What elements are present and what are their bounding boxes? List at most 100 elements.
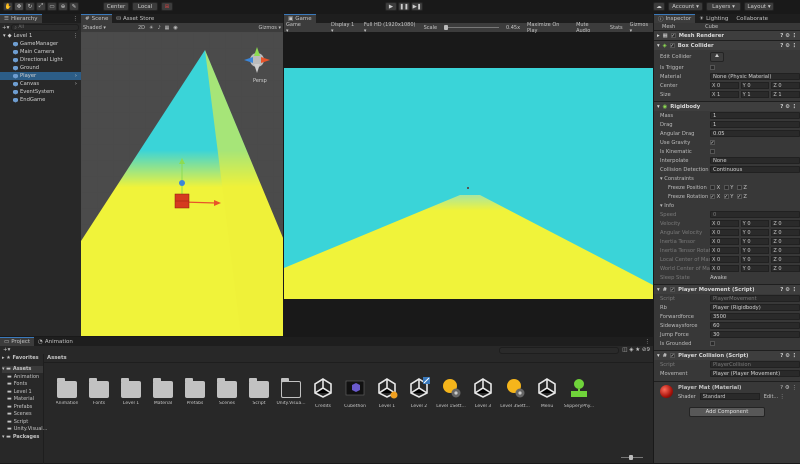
project-tree-item[interactable]: ▬ Unity.Visual... <box>2 426 47 434</box>
shader-dropdown[interactable]: Standard <box>699 393 760 400</box>
persp-label[interactable]: Persp <box>253 78 267 84</box>
tab-collaborate[interactable]: Collaborate <box>732 14 772 23</box>
asset-item[interactable]: Level 3Sett... <box>500 377 530 409</box>
display-dropdown[interactable]: Display 1 ▾ <box>331 22 357 34</box>
rigidbody-field-input[interactable]: 1 <box>710 121 800 128</box>
layers-dropdown[interactable]: Layers ▾ <box>706 2 741 11</box>
player-collision-enabled-checkbox[interactable]: ✓ <box>670 353 676 359</box>
asset-item[interactable]: Cubethon <box>340 377 370 409</box>
component-menu-icon[interactable]: ? ⚙ ⋮ <box>780 353 800 359</box>
game-view-dropdown[interactable]: Game ▾ <box>286 22 304 34</box>
layout-dropdown[interactable]: Layout ▾ <box>744 2 774 11</box>
size-y-field[interactable]: Y 1 <box>740 91 770 98</box>
material-edit-button[interactable]: Edit... ⋮ <box>764 394 785 400</box>
assets-breadcrumb[interactable]: Assets <box>44 354 653 363</box>
scene-menu-icon[interactable]: ⋮ <box>73 33 81 39</box>
freeze-rot-y-checkbox[interactable]: ✓ <box>723 194 729 200</box>
audio-icon[interactable]: ♪ <box>157 25 160 31</box>
pivot-local-button[interactable]: Local <box>132 2 158 11</box>
panel-menu-icon[interactable]: ⋮ <box>645 339 654 345</box>
move-tool-icon[interactable]: ✥ <box>14 2 24 11</box>
material-field[interactable]: None (Physic Material) <box>710 73 800 80</box>
hand-tool-icon[interactable]: ✋ <box>3 2 13 11</box>
rigidbody-field-input[interactable]: 1 <box>710 112 800 119</box>
custom-tool-icon[interactable]: ✎ <box>69 2 79 11</box>
component-menu-icon[interactable]: ? ⚙ ⋮ <box>780 287 800 293</box>
size-x-field[interactable]: X 1 <box>710 91 739 98</box>
play-button[interactable]: ▶ <box>385 2 397 11</box>
asset-item[interactable]: Level 3 <box>468 377 498 409</box>
project-tree-item[interactable]: ▬ Fonts <box>2 381 43 389</box>
shading-dropdown[interactable]: Shaded ▾ <box>83 25 106 31</box>
is-grounded-checkbox[interactable] <box>710 341 715 346</box>
mute-audio-toggle[interactable]: Mute Audio <box>576 22 603 34</box>
component-menu-icon[interactable]: ? ⚙ ⋮ <box>780 33 800 39</box>
project-tree-item[interactable]: ▬ Material <box>2 396 43 404</box>
favorites-item[interactable]: ▸ ★ Favorites <box>2 354 43 362</box>
hierarchy-item[interactable]: Ground <box>0 64 81 72</box>
project-tree-item[interactable]: ▬ Level 1 <box>2 388 43 396</box>
foldout-arrow-icon[interactable]: ▾ <box>657 287 660 293</box>
player-movement-field-input[interactable]: 3500 <box>710 313 800 320</box>
rigidbody-field-input[interactable]: 0.05 <box>710 130 800 137</box>
box-collider-header[interactable]: ▾ ◈ ✓ Box Collider ? ⚙ ⋮ <box>654 40 800 50</box>
hierarchy-item[interactable]: EventSystem <box>0 88 81 96</box>
project-tree-item[interactable]: ▾ ▬ Packages <box>2 433 43 441</box>
player-collision-header[interactable]: ▾ # ✓ Player Collision (Script) ? ⚙ ⋮ <box>654 350 800 360</box>
player-movement-header[interactable]: ▾ # ✓ Player Movement (Script) ? ⚙ ⋮ <box>654 284 800 294</box>
zoom-slider-handle[interactable] <box>629 455 633 460</box>
material-menu-icon[interactable]: ? ⚙ ⋮ <box>780 385 797 391</box>
game-gizmos-dropdown[interactable]: Gizmos ▾ <box>630 22 651 34</box>
tab-hierarchy[interactable]: ☰ Hierarchy <box>0 14 42 23</box>
freeze-rot-x-checkbox[interactable]: ✓ <box>710 194 715 200</box>
asset-item[interactable]: Level 1Sett... <box>436 377 466 409</box>
hierarchy-item[interactable]: Player › <box>0 72 81 80</box>
center-z-field[interactable]: Z 0 <box>771 82 800 89</box>
collab-icon[interactable]: ☁ <box>653 2 665 11</box>
create-plus-icon[interactable]: +▾ <box>2 25 9 31</box>
interpolate-dropdown[interactable]: None <box>710 157 800 164</box>
effects-icon[interactable]: ▦ <box>165 25 170 31</box>
asset-item[interactable]: Scenes <box>212 377 242 406</box>
visibility-icon[interactable]: ◉ <box>173 25 177 31</box>
hierarchy-item[interactable]: GameManager <box>0 40 81 48</box>
add-component-button[interactable]: Add Component <box>689 407 765 417</box>
panel-menu-icon[interactable]: ⋮ <box>73 16 82 22</box>
zoom-slider[interactable] <box>621 455 643 460</box>
tab-animation[interactable]: ◔ Animation <box>34 337 77 346</box>
scene-viewport[interactable]: Persp <box>81 32 283 336</box>
asset-item[interactable]: Level 2 <box>404 377 434 409</box>
hierarchy-search-input[interactable]: ⌕ All <box>11 24 79 31</box>
player-movement-field-input[interactable]: 30 <box>710 331 800 338</box>
is-kinematic-checkbox[interactable] <box>710 149 715 154</box>
transform-tool-icon[interactable]: ⊕ <box>58 2 68 11</box>
asset-item[interactable]: Menu <box>532 377 562 409</box>
component-menu-icon[interactable]: ? ⚙ ⋮ <box>780 43 800 49</box>
resolution-dropdown[interactable]: Full HD (1920x1080) ▾ <box>364 22 417 34</box>
tab-scene[interactable]: # Scene <box>81 14 113 23</box>
box-collider-enabled-checkbox[interactable]: ✓ <box>669 43 675 49</box>
asset-item[interactable]: SlipperyPhy... <box>564 377 594 409</box>
is-trigger-checkbox[interactable] <box>710 65 715 70</box>
asset-item[interactable]: Level 1 <box>116 377 146 406</box>
info-row[interactable]: ▾ Info <box>654 201 800 210</box>
project-search-input[interactable] <box>499 346 620 354</box>
asset-item[interactable]: Material <box>148 377 178 406</box>
mesh-renderer-header[interactable]: ▸ ▦ ✓ Mesh Renderer ? ⚙ ⋮ <box>654 30 800 40</box>
hierarchy-item[interactable]: Canvas › <box>0 80 81 88</box>
lighting-icon[interactable]: ☀ <box>149 25 153 31</box>
rigidbody-header[interactable]: ▾ ◉ Rigidbody ? ⚙ ⋮ <box>654 101 800 111</box>
create-plus-icon[interactable]: +▾ <box>3 347 10 353</box>
step-button[interactable]: ▶❚ <box>411 2 423 11</box>
asset-item[interactable]: Credits <box>308 377 338 409</box>
tab-project[interactable]: ▭ Project <box>0 337 35 346</box>
edit-collider-button[interactable]: ⛰ <box>710 51 724 62</box>
account-dropdown[interactable]: Account ▾ <box>668 2 703 11</box>
hierarchy-item[interactable]: Main Camera <box>0 48 81 56</box>
snap-icon[interactable]: ⊞ <box>161 2 173 11</box>
tab-asset-store[interactable]: ⛁ Asset Store <box>112 14 158 23</box>
asset-item[interactable]: Animation <box>52 377 82 406</box>
tab-inspector[interactable]: ⓘ Inspector <box>654 14 696 23</box>
tab-lighting[interactable]: ☀ Lighting <box>695 14 732 23</box>
project-tree-item[interactable]: ▬ Script <box>2 418 43 426</box>
